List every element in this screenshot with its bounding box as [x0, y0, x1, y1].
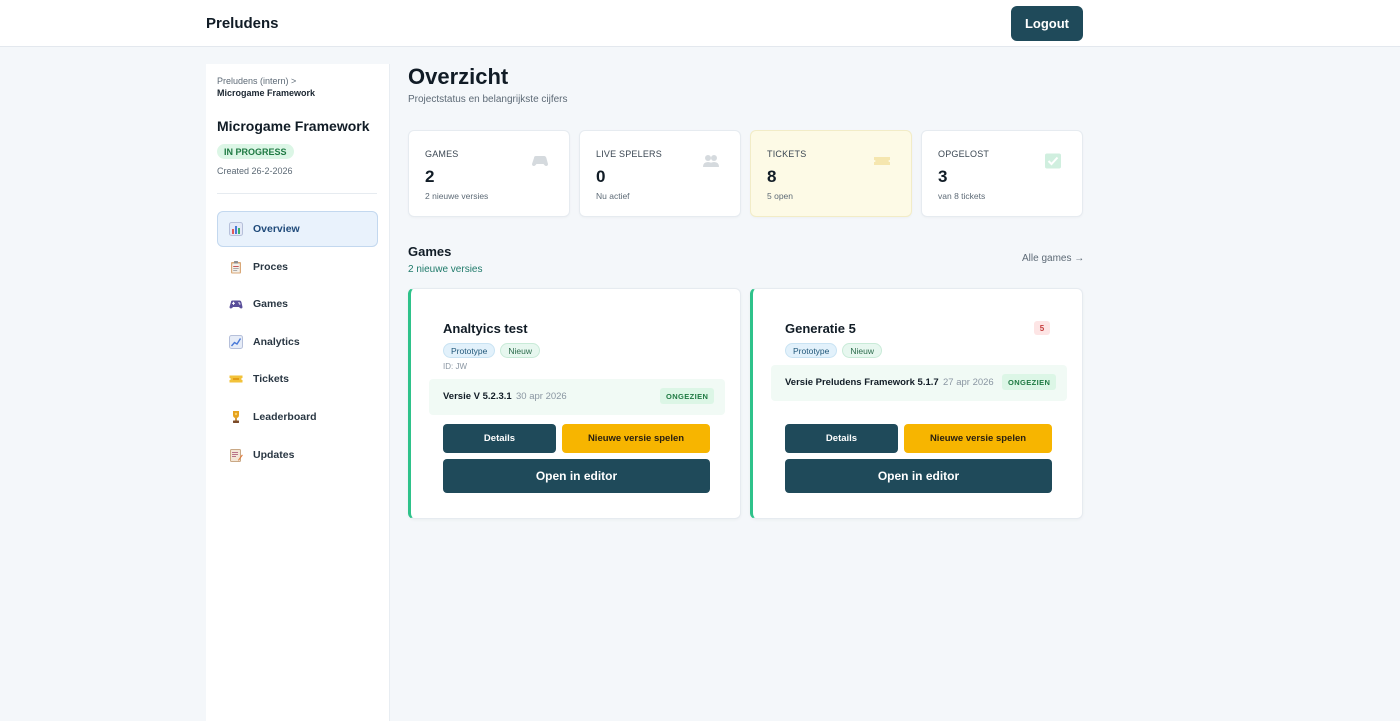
game-title: Generatie 5	[785, 321, 856, 336]
game-tags: Prototype Nieuw	[785, 343, 883, 358]
stat-value: 0	[596, 167, 606, 186]
bar-chart-icon	[229, 222, 243, 236]
stat-value: 3	[938, 167, 948, 186]
game-id: ID: JW	[443, 362, 467, 371]
sidebar-item-label: Overview	[253, 223, 300, 235]
games-section-title: Games	[408, 244, 452, 259]
logout-button[interactable]: Logout	[1011, 6, 1083, 41]
status-badge: IN PROGRESS	[217, 144, 294, 159]
sidebar-item-updates[interactable]: Updates	[217, 437, 378, 473]
sidebar-item-leaderboard[interactable]: Leaderboard	[217, 399, 378, 435]
trophy-icon	[229, 410, 243, 424]
gamepad-icon	[531, 153, 549, 169]
ticket-icon	[229, 372, 243, 386]
page-subtitle: Projectstatus en belangrijkste cijfers	[408, 94, 568, 105]
sidebar: Preludens (intern) > Microgame Framework…	[206, 64, 390, 721]
line-chart-icon	[229, 334, 243, 349]
version-row: Versie Preludens Framework 5.1.7 27 apr …	[771, 365, 1067, 401]
open-in-editor-button[interactable]: Open in editor	[443, 459, 710, 493]
count-badge: 5	[1034, 321, 1050, 335]
gamepad-icon	[229, 297, 243, 311]
sidebar-item-overview[interactable]: Overview	[217, 211, 378, 247]
sidebar-item-proces[interactable]: Proces	[217, 249, 378, 285]
users-icon	[702, 153, 720, 169]
stat-value: 2	[425, 167, 435, 186]
sidebar-item-label: Updates	[253, 448, 295, 461]
stat-sub: 5 open	[767, 191, 793, 201]
sidebar-nav: Overview Proces Games Analytics Tickets	[217, 211, 378, 474]
sidebar-item-label: Proces	[253, 260, 289, 273]
unseen-badge: ONGEZIEN	[660, 388, 715, 404]
sidebar-item-label: Tickets	[253, 373, 289, 386]
version-date: 27 apr 2026	[943, 377, 994, 388]
all-games-link[interactable]: Alle games →	[1022, 253, 1084, 264]
stat-value: 8	[767, 167, 777, 186]
sidebar-item-tickets[interactable]: Tickets	[217, 361, 378, 397]
page-title: Overzicht	[408, 64, 509, 89]
sidebar-item-analytics[interactable]: Analytics	[217, 324, 378, 360]
stat-sub: Nu actief	[596, 191, 630, 201]
version-name: Versie V 5.2.3.1	[443, 391, 512, 402]
version-date: 30 apr 2026	[516, 391, 567, 402]
unseen-badge: ONGEZIEN	[1002, 374, 1057, 390]
top-bar: Preludens Logout	[0, 0, 1400, 47]
stat-card-live-players: LIVE SPELERS 0 Nu actief	[579, 130, 741, 217]
clipboard-icon	[229, 260, 243, 274]
version-row: Versie V 5.2.3.1 30 apr 2026 ONGEZIEN	[429, 379, 725, 415]
stat-card-resolved: OPGELOST 3 van 8 tickets	[921, 130, 1083, 217]
tag-new: Nieuw	[842, 343, 883, 358]
game-tags: Prototype Nieuw	[443, 343, 541, 358]
sidebar-divider	[217, 193, 377, 194]
stat-label: GAMES	[425, 149, 459, 159]
stat-sub: van 8 tickets	[938, 191, 986, 201]
game-title: Analtyics test	[443, 321, 528, 336]
games-section-subtitle: 2 nieuwe versies	[408, 264, 483, 275]
stat-label: TICKETS	[767, 149, 807, 159]
play-new-version-button[interactable]: Nieuwe versie spelen	[904, 424, 1052, 453]
tag-prototype: Prototype	[443, 343, 496, 358]
stat-label: OPGELOST	[938, 149, 990, 159]
breadcrumb-current: Microgame Framework	[217, 88, 316, 98]
tag-prototype: Prototype	[785, 343, 838, 358]
stat-card-tickets: TICKETS 8 5 open	[750, 130, 912, 217]
details-button[interactable]: Details	[443, 424, 556, 453]
play-new-version-button[interactable]: Nieuwe versie spelen	[562, 424, 710, 453]
game-card-analytics-test: Analtyics test Prototype Nieuw ID: JW Ve…	[408, 288, 741, 519]
sidebar-item-label: Analytics	[253, 335, 300, 348]
check-icon	[1044, 153, 1062, 169]
project-title: Microgame Framework	[217, 118, 370, 134]
tag-new: Nieuw	[500, 343, 541, 358]
memo-icon	[229, 448, 243, 462]
ticket-icon	[873, 153, 891, 169]
sidebar-item-label: Games	[253, 298, 289, 311]
sidebar-item-games[interactable]: Games	[217, 286, 378, 322]
stat-sub: 2 nieuwe versies	[425, 191, 489, 201]
stat-card-games: GAMES 2 2 nieuwe versies	[408, 130, 570, 217]
brand-logo[interactable]: Preludens	[206, 15, 279, 32]
game-card-generatie-5: Generatie 5 5 Prototype Nieuw Versie Pre…	[750, 288, 1083, 519]
open-in-editor-button[interactable]: Open in editor	[785, 459, 1052, 493]
details-button[interactable]: Details	[785, 424, 898, 453]
created-date: Created 26-2-2026	[217, 166, 293, 176]
breadcrumb-parent[interactable]: Preludens (intern) >	[217, 76, 296, 86]
sidebar-item-label: Leaderboard	[253, 410, 317, 423]
version-name: Versie Preludens Framework 5.1.7	[785, 377, 939, 388]
stat-label: LIVE SPELERS	[596, 149, 662, 159]
